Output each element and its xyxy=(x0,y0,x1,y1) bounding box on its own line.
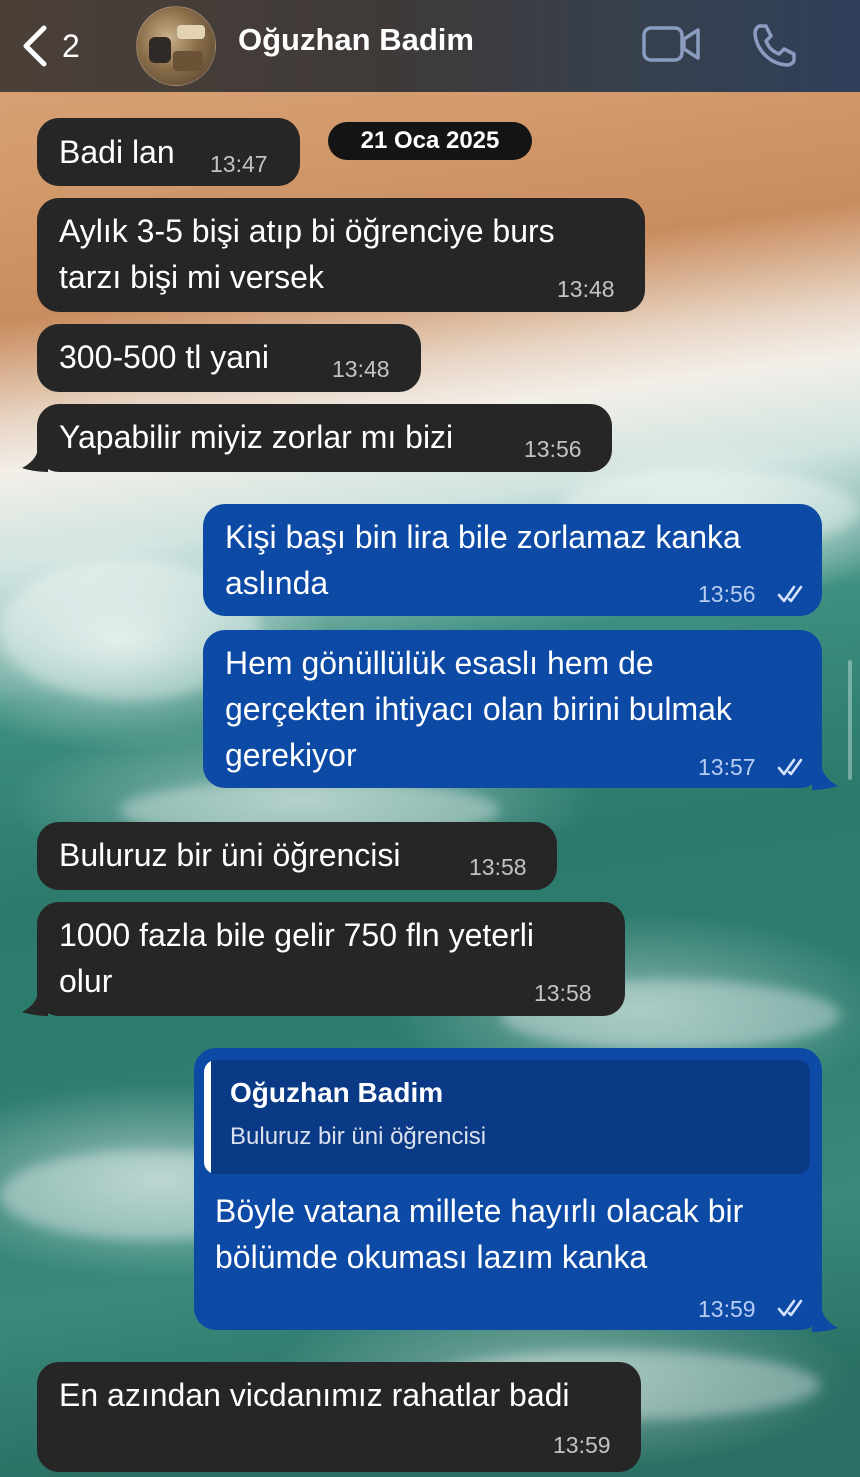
message-outgoing[interactable]: Kişi başı bin lira bile zorlamaz kanka a… xyxy=(203,504,822,616)
message-text: Buluruz bir üni öğrencisi xyxy=(59,837,401,873)
double-check-icon xyxy=(777,1299,803,1317)
message-time: 13:48 xyxy=(557,276,615,302)
message-incoming[interactable]: Yapabilir miyiz zorlar mı bizi 13:56 xyxy=(37,404,612,472)
message-text: Yapabilir miyiz zorlar mı bizi xyxy=(59,419,454,455)
chat-header: 2 Oğuzhan Badim xyxy=(0,0,860,92)
reply-quote-text: Buluruz bir üni öğrencisi xyxy=(230,1123,487,1150)
reply-quote-author: Oğuzhan Badim xyxy=(230,1077,444,1108)
chevron-left-icon xyxy=(23,25,47,67)
reply-quote[interactable]: Oğuzhan Badim Buluruz bir üni öğrencisi xyxy=(204,1060,810,1174)
message-text: Hem gönüllülük esaslı hem de gerçekten i… xyxy=(225,645,732,773)
message-text: En azından vicdanımız rahatlar badi xyxy=(59,1377,570,1413)
date-separator: 21 Oca 2025 xyxy=(328,122,532,160)
message-time: 13:59 xyxy=(698,1296,756,1322)
message-text: Kişi başı bin lira bile zorlamaz kanka a… xyxy=(225,519,741,601)
message-time: 13:56 xyxy=(524,436,582,462)
back-button[interactable]: 2 xyxy=(18,20,80,72)
double-check-icon xyxy=(777,585,803,603)
message-incoming[interactable]: 1000 fazla bile gelir 750 fln yeterli ol… xyxy=(37,902,625,1016)
unread-count: 2 xyxy=(62,27,80,64)
contact-avatar[interactable] xyxy=(136,6,216,86)
message-outgoing[interactable]: Hem gönüllülük esaslı hem de gerçekten i… xyxy=(203,630,822,788)
video-call-icon[interactable] xyxy=(640,22,702,66)
double-check-icon xyxy=(777,758,803,776)
message-time: 13:57 xyxy=(698,754,756,780)
message-text: 1000 fazla bile gelir 750 fln yeterli ol… xyxy=(59,917,534,999)
message-text: Aylık 3-5 bişi atıp bi öğrenciye burs ta… xyxy=(59,213,555,295)
message-outgoing-reply[interactable]: Oğuzhan Badim Buluruz bir üni öğrencisi … xyxy=(194,1048,822,1330)
message-text: Böyle vatana millete hayırlı olacak bir … xyxy=(215,1193,744,1275)
message-time: 13:47 xyxy=(210,151,268,177)
reply-quote-bar xyxy=(204,1060,211,1174)
message-incoming[interactable]: En azından vicdanımız rahatlar badi 13:5… xyxy=(37,1362,641,1472)
message-incoming[interactable]: Buluruz bir üni öğrencisi 13:58 xyxy=(37,822,557,890)
contact-name[interactable]: Oğuzhan Badim xyxy=(238,22,474,58)
message-time: 13:56 xyxy=(698,581,756,607)
phone-call-icon[interactable] xyxy=(750,20,800,70)
message-text: Badi lan xyxy=(59,134,175,170)
message-incoming[interactable]: Badi lan 13:47 xyxy=(37,118,300,186)
message-time: 13:48 xyxy=(332,356,390,382)
message-incoming[interactable]: 300-500 tl yani 13:48 xyxy=(37,324,421,392)
message-time: 13:59 xyxy=(553,1432,611,1458)
chat-scrollbar[interactable] xyxy=(848,660,852,780)
message-time: 13:58 xyxy=(469,854,527,880)
message-text: 300-500 tl yani xyxy=(59,339,269,375)
message-incoming[interactable]: Aylık 3-5 bişi atıp bi öğrenciye burs ta… xyxy=(37,198,645,312)
message-time: 13:58 xyxy=(534,980,592,1006)
